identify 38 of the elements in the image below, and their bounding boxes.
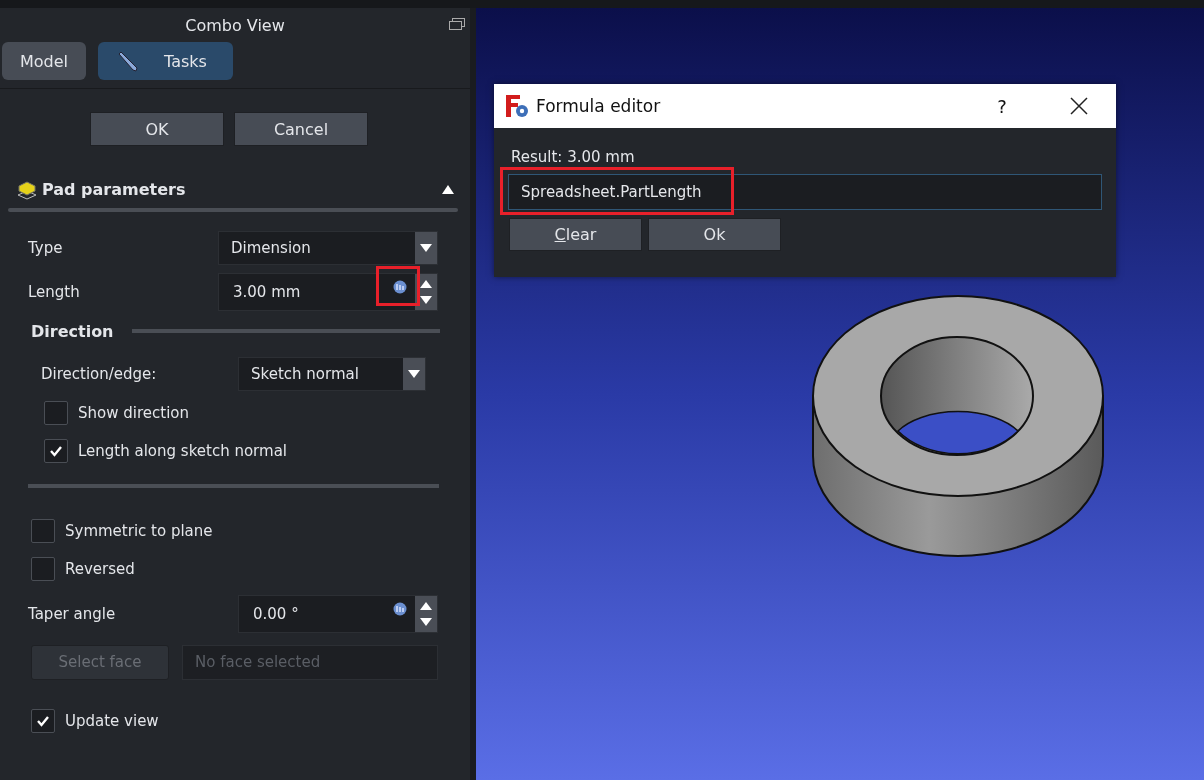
- expression-icon[interactable]: [393, 280, 407, 294]
- field-label: Type: [27, 239, 64, 257]
- checkbox[interactable]: [31, 557, 55, 581]
- type-dropdown[interactable]: Dimension: [218, 231, 438, 265]
- checkbox-label: Show direction: [78, 404, 189, 422]
- checkmark-icon: [36, 714, 50, 728]
- dialog-button[interactable]: Cancel: [234, 112, 368, 146]
- panel-title: Combo View: [185, 15, 285, 35]
- formula-field[interactable]: Spreadsheet.PartLength: [508, 174, 1102, 210]
- field-label: Length: [27, 283, 81, 301]
- group-title: Direction: [31, 321, 114, 341]
- taper-spinbox[interactable]: 0.00 °: [238, 595, 438, 633]
- field-label: Direction/edge:: [40, 365, 158, 383]
- app-logo-icon: [504, 93, 530, 119]
- checkbox-label: Length along sketch normal: [78, 442, 287, 460]
- collapse-icon[interactable]: [442, 184, 454, 194]
- checkbox-label: Update view: [65, 712, 159, 730]
- checkbox-label: Reversed: [65, 560, 135, 578]
- tab[interactable]: Tasks: [98, 42, 233, 80]
- dialog-button[interactable]: Ok: [648, 218, 781, 251]
- dialog-button[interactable]: Clear: [509, 218, 642, 251]
- help-button[interactable]: ?: [972, 95, 1032, 117]
- checkmark-icon: [49, 444, 63, 458]
- direction-dropdown[interactable]: Sketch normal: [238, 357, 426, 391]
- tab[interactable]: Model: [2, 42, 87, 80]
- dialog-title: Formula editor: [536, 96, 662, 116]
- length-spinbox[interactable]: 3.00 mm: [218, 273, 438, 311]
- undock-icon[interactable]: [449, 18, 465, 30]
- field-label: Taper angle: [27, 605, 117, 623]
- checkbox-label: Symmetric to plane: [65, 522, 213, 540]
- section-title: Pad parameters: [42, 179, 187, 199]
- checkbox[interactable]: [31, 709, 55, 733]
- expression-icon[interactable]: [393, 602, 407, 616]
- result-text: Result: 3.00 mm: [511, 148, 636, 166]
- checkbox[interactable]: [44, 439, 68, 463]
- dialog-button[interactable]: OK: [90, 112, 224, 146]
- checkbox[interactable]: [44, 401, 68, 425]
- checkbox[interactable]: [31, 519, 55, 543]
